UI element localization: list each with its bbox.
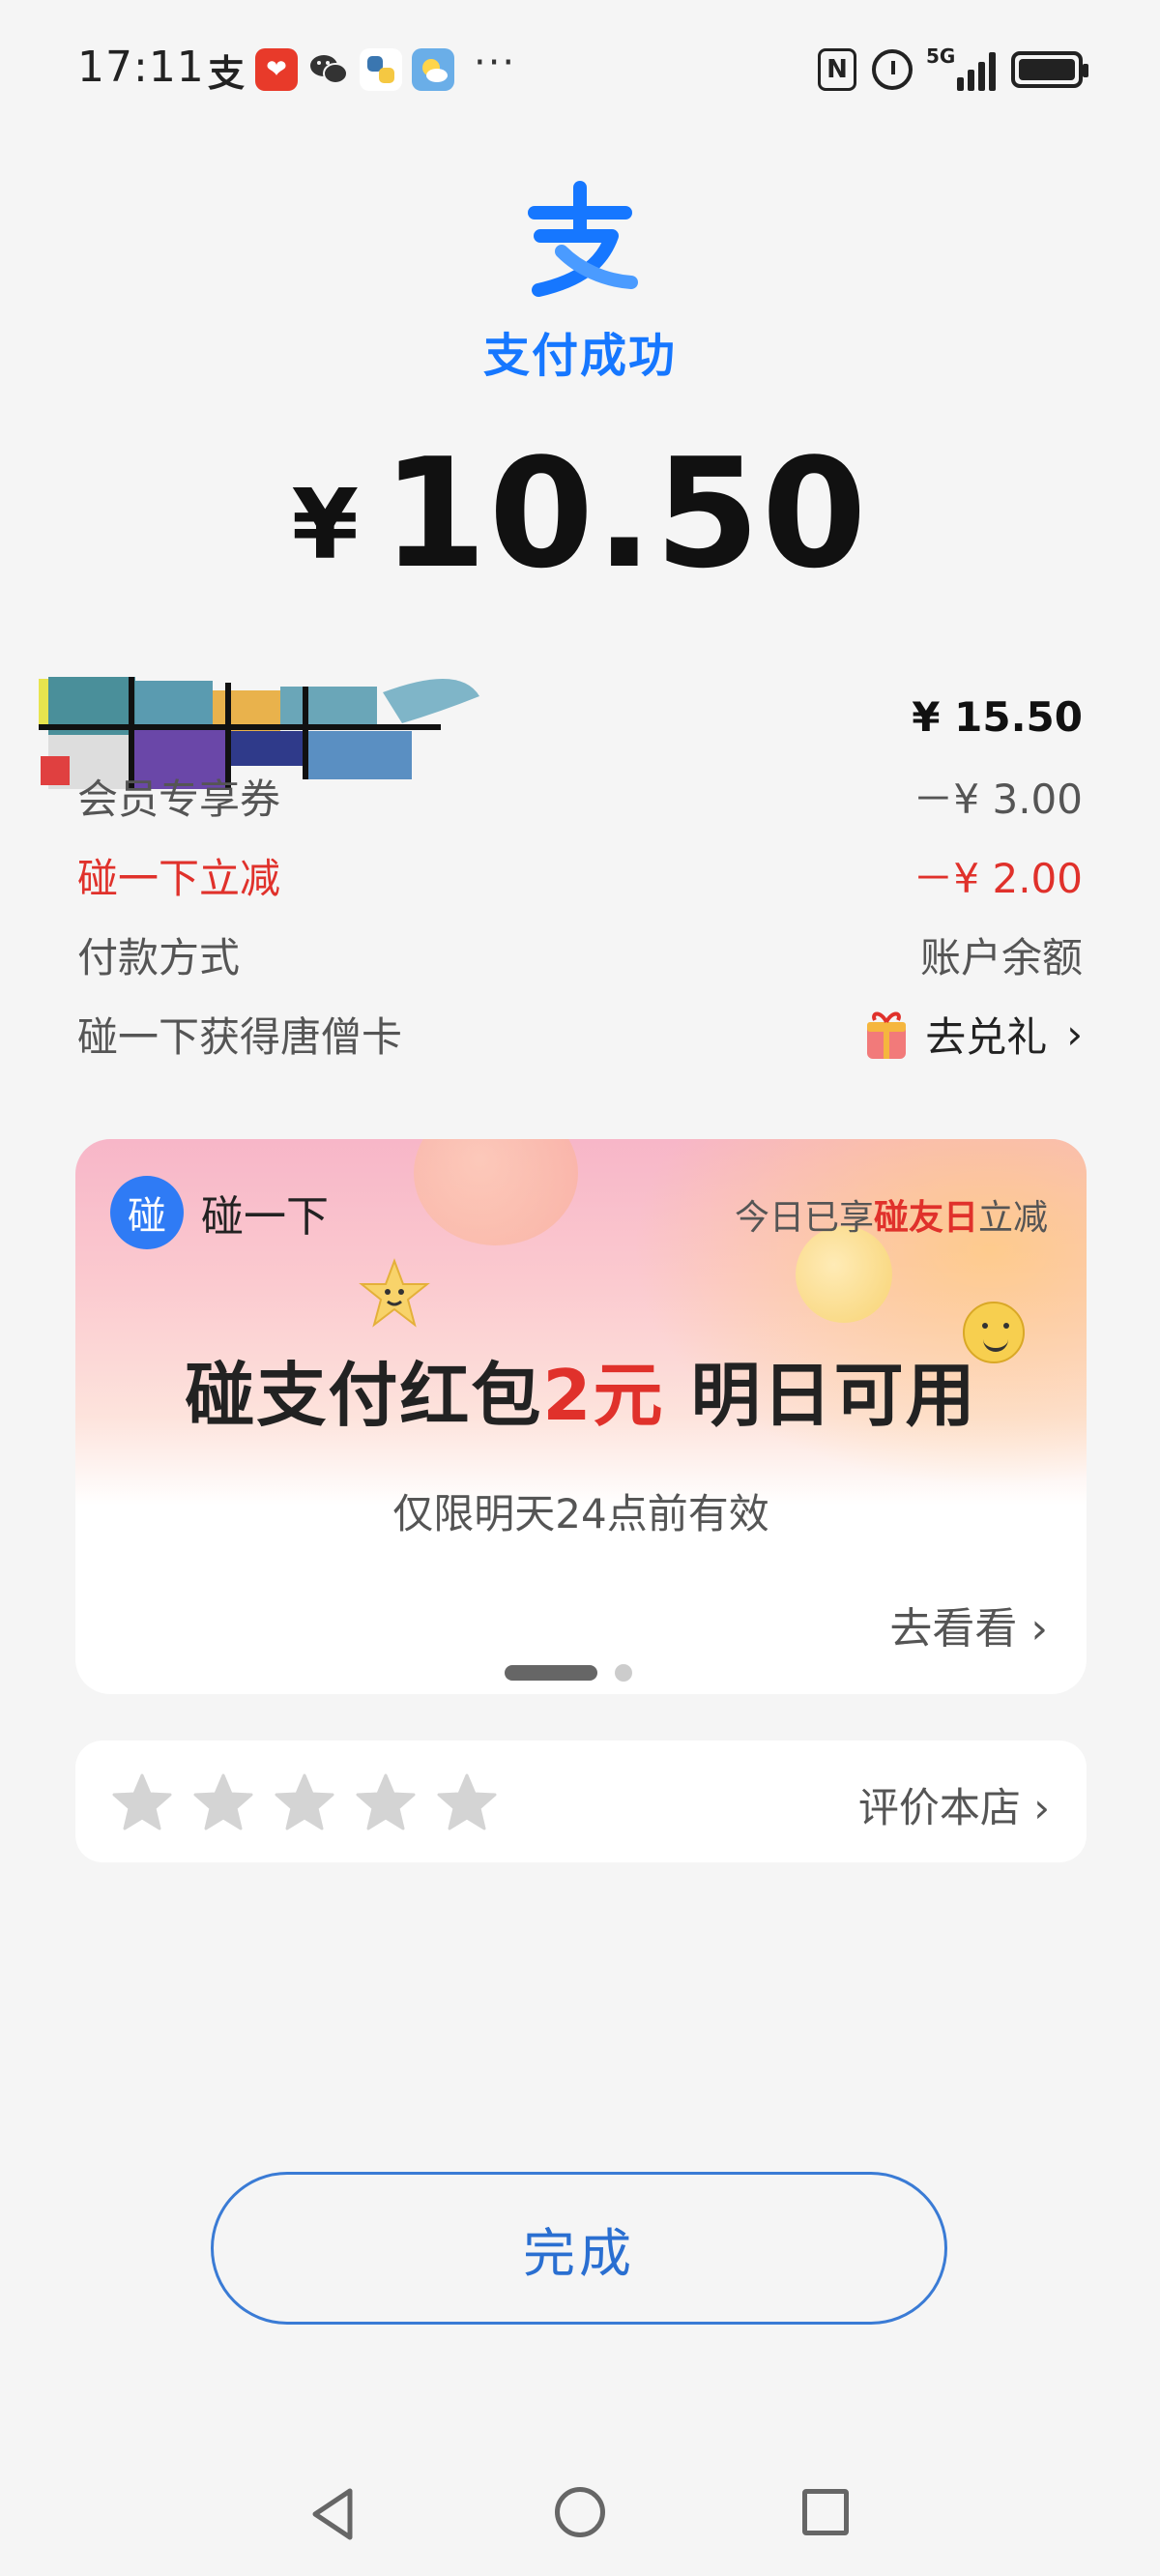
promo-today-discount: 今日已享碰友日立减: [735, 1189, 1048, 1240]
coupon-row: 会员专享券 －¥ 3.00: [77, 756, 1083, 835]
notification-icons: 支 ❤: [207, 48, 454, 95]
system-navigation-bar: [0, 2475, 1160, 2553]
coupon-label: 会员专享券: [77, 775, 281, 823]
status-bar: 17:11 支 ❤ ··· N 5G: [0, 0, 1160, 145]
chevron-right-icon: ›: [1030, 1604, 1048, 1654]
tap-promo-card[interactable]: 碰 碰一下 今日已享碰友日立减 碰支付红包2元 明日可用 仅限明天24点前有效 …: [75, 1139, 1087, 1694]
nfc-icon: N: [818, 48, 856, 91]
promo-brand-text: 碰一下: [201, 1192, 329, 1242]
carousel-pager: [505, 1664, 632, 1682]
tap-discount-value: －¥ 2.00: [913, 854, 1083, 902]
system-indicators: N 5G: [818, 44, 1088, 91]
currency-symbol: ¥: [291, 468, 360, 581]
rate-store-link[interactable]: 评价本店 ›: [858, 1775, 1050, 1834]
promo-today-suffix: 立减: [977, 1198, 1048, 1238]
rate-store-text: 评价本店: [857, 1784, 1021, 1831]
rating-stars: [112, 1771, 497, 1831]
promo-today-highlight: 碰友日: [873, 1198, 978, 1238]
payment-details: ¥ 15.50 会员专享券 －¥ 3.00 碰一下立减 －¥ 2.00 付款方式…: [39, 677, 1083, 1073]
star-icon[interactable]: [112, 1771, 172, 1831]
alipay-icon: 支: [207, 51, 245, 95]
promo-headline-prefix: 碰支付红包: [185, 1355, 543, 1436]
star-icon[interactable]: [193, 1771, 253, 1831]
promo-headline-amount: 2元: [542, 1355, 665, 1436]
card-reward-row[interactable]: 碰一下获得唐僧卡 去兑礼 ›: [77, 994, 1083, 1073]
total-row: ¥ 15.50: [39, 677, 1083, 789]
back-icon[interactable]: [307, 2485, 358, 2543]
alipay-logo-icon: [517, 180, 643, 306]
rating-card: 评价本店 ›: [75, 1741, 1087, 1862]
more-notifications-icon: ···: [474, 41, 517, 85]
redeem-gift-link[interactable]: 去兑礼 ›: [863, 1005, 1083, 1064]
battery-icon: [1011, 51, 1088, 88]
taobao-icon: ❤: [255, 48, 298, 91]
payment-method-label: 付款方式: [77, 933, 241, 981]
paid-amount: ¥10.50: [0, 425, 1160, 601]
wechat-icon: [307, 48, 350, 91]
payment-method-value: 账户余额: [919, 933, 1083, 981]
star-icon[interactable]: [437, 1771, 497, 1831]
promo-view-link[interactable]: 去看看 ›: [889, 1594, 1048, 1655]
card-reward-label: 碰一下获得唐僧卡: [77, 1012, 403, 1061]
coupon-value: －¥ 3.00: [913, 775, 1083, 823]
promo-headline-suffix: 明日可用: [664, 1355, 977, 1436]
gift-icon: [863, 1007, 910, 1061]
promo-today-prefix: 今日已享: [734, 1198, 874, 1238]
chevron-right-icon: ›: [1066, 1010, 1083, 1058]
star-mascot-icon: [356, 1255, 433, 1332]
tap-discount-row: 碰一下立减 －¥ 2.00: [77, 835, 1083, 915]
tap-badge-icon: 碰: [110, 1176, 184, 1249]
payment-method-row: 付款方式 账户余额: [77, 915, 1083, 994]
done-button[interactable]: 完成: [211, 2172, 947, 2325]
python-icon: [360, 48, 402, 91]
promo-view-text: 去看看: [889, 1604, 1018, 1654]
status-time: 17:11: [77, 43, 205, 92]
signal-icon: 5G: [926, 44, 996, 91]
star-icon[interactable]: [275, 1771, 334, 1831]
recent-apps-icon[interactable]: [802, 2489, 849, 2535]
tap-discount-label: 碰一下立减: [77, 854, 281, 902]
pager-dot-active[interactable]: [505, 1665, 597, 1681]
alarm-icon: [872, 49, 913, 90]
total-value: ¥ 15.50: [912, 692, 1083, 741]
amount-value: 10.50: [382, 425, 869, 601]
promo-validity: 仅限明天24点前有效: [392, 1490, 769, 1537]
promo-headline: 碰支付红包2元 明日可用: [75, 1338, 1087, 1440]
network-type: 5G: [926, 44, 956, 68]
pager-dot[interactable]: [615, 1664, 632, 1682]
promo-brand: 碰 碰一下: [110, 1176, 329, 1249]
weather-icon: [412, 48, 454, 91]
payment-success-text: 支付成功: [482, 329, 677, 383]
redeem-gift-text: 去兑礼: [925, 1012, 1048, 1061]
home-icon[interactable]: [555, 2487, 605, 2537]
chevron-right-icon: ›: [1033, 1784, 1050, 1831]
star-icon[interactable]: [356, 1771, 416, 1831]
